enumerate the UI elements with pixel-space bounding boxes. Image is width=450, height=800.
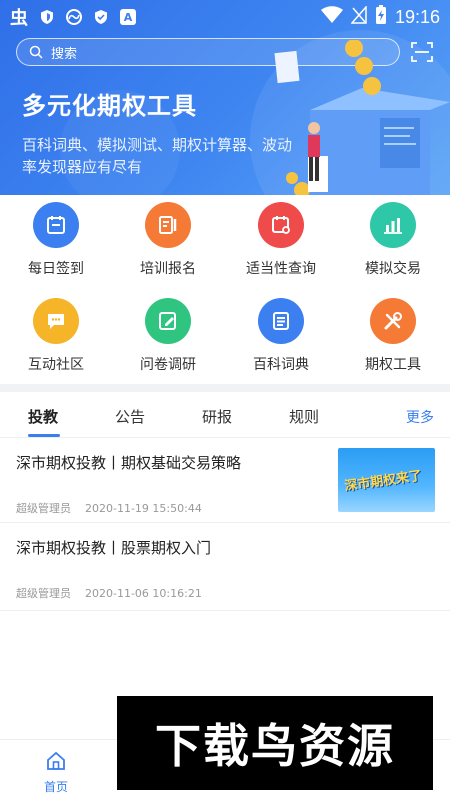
edit-doc-icon xyxy=(145,298,191,344)
calendar-icon xyxy=(33,202,79,248)
quick-action-option-tools[interactable]: 期权工具 xyxy=(337,298,449,382)
quick-action-label: 适当性查询 xyxy=(246,261,316,277)
article-author: 超级管理员 xyxy=(16,587,71,600)
signal-off-icon xyxy=(350,5,367,28)
quick-action-survey[interactable]: 问卷调研 xyxy=(112,298,224,382)
watermark-text: 下载鸟资源 xyxy=(155,719,395,773)
more-link[interactable]: 更多 xyxy=(406,407,434,427)
article-meta: 超级管理员 2020-11-06 10:16:21 xyxy=(16,585,202,601)
nav-home-label: 首页 xyxy=(43,780,68,794)
quick-action-label: 每日签到 xyxy=(28,261,84,277)
home-icon xyxy=(47,751,65,770)
link-circle-icon xyxy=(66,9,82,25)
tab-education[interactable]: 投教 xyxy=(28,406,58,427)
content-tabs: 投教 公告 研报 规则 更多 xyxy=(0,392,450,438)
nav-home[interactable]: 首页 xyxy=(36,750,76,795)
calendar-search-icon xyxy=(258,202,304,248)
article-date: 2020-11-06 10:16:21 xyxy=(85,587,202,600)
article-title: 深市期权投教丨股票期权入门 xyxy=(16,539,212,557)
quick-action-label: 培训报名 xyxy=(140,261,196,277)
header-banner[interactable]: 虫 A 19:16 搜索 多元化期权工具 百科词典、模拟测试、期权计算器、波动率… xyxy=(0,0,450,195)
article-author: 超级管理员 xyxy=(16,502,71,515)
thumbnail-caption: 深市期权来了 xyxy=(343,468,423,495)
tools-icon xyxy=(370,298,416,344)
article-title: 深市期权投教丨期权基础交易策略 xyxy=(16,454,242,472)
quick-actions-grid: 每日签到 培训报名 适当性查询 模拟交易 互动社区 问卷调研 百科词典 期权工具 xyxy=(0,200,450,380)
shield-icon xyxy=(38,8,56,26)
article-thumbnail[interactable]: 深市期权来了 xyxy=(338,448,435,512)
tab-research[interactable]: 研报 xyxy=(202,406,232,427)
quick-action-training-signup[interactable]: 培训报名 xyxy=(112,202,224,286)
section-divider xyxy=(0,384,450,392)
search-placeholder: 搜索 xyxy=(51,46,78,62)
quick-action-community[interactable]: 互动社区 xyxy=(0,298,112,382)
list-doc-icon xyxy=(258,298,304,344)
quick-action-encyclopedia[interactable]: 百科词典 xyxy=(225,298,337,382)
app-notification-icon: 虫 xyxy=(10,8,28,29)
article-date: 2020-11-19 15:50:44 xyxy=(85,502,202,515)
status-bar: 虫 A 19:16 xyxy=(0,0,450,34)
quick-action-suitability-query[interactable]: 适当性查询 xyxy=(225,202,337,286)
article-meta: 超级管理员 2020-11-19 15:50:44 xyxy=(16,500,202,516)
tab-announcements[interactable]: 公告 xyxy=(115,406,145,427)
tab-rules[interactable]: 规则 xyxy=(289,406,319,427)
chart-bar-icon xyxy=(370,202,416,248)
quick-action-label: 问卷调研 xyxy=(140,357,196,373)
banner-illustration xyxy=(274,40,450,195)
quick-action-label: 百科词典 xyxy=(253,357,309,373)
banner-headline: 多元化期权工具 xyxy=(22,92,197,120)
quick-action-daily-checkin[interactable]: 每日签到 xyxy=(0,202,112,286)
search-icon xyxy=(29,45,43,59)
watermark-overlay: 下载鸟资源 xyxy=(117,696,433,790)
shield-check-icon xyxy=(92,8,110,26)
article-item[interactable]: 深市期权投教丨期权基础交易策略 超级管理员 2020-11-19 15:50:44… xyxy=(0,438,450,523)
status-time: 19:16 xyxy=(394,6,440,27)
chat-bubble-icon xyxy=(33,298,79,344)
wifi-icon xyxy=(320,6,343,28)
app-a-icon: A xyxy=(120,9,136,25)
quick-action-label: 互动社区 xyxy=(28,357,84,373)
quick-action-label: 期权工具 xyxy=(365,357,421,373)
banner-subline: 百科词典、模拟测试、期权计算器、波动率发现器应有尽有 xyxy=(22,136,293,176)
active-tab-indicator xyxy=(28,434,60,437)
article-item[interactable]: 深市期权投教丨股票期权入门 超级管理员 2020-11-06 10:16:21 xyxy=(0,523,450,611)
battery-charging-icon xyxy=(375,5,387,29)
quick-action-simulated-trading[interactable]: 模拟交易 xyxy=(337,202,449,286)
clipboard-edit-icon xyxy=(145,202,191,248)
quick-action-label: 模拟交易 xyxy=(365,261,421,277)
